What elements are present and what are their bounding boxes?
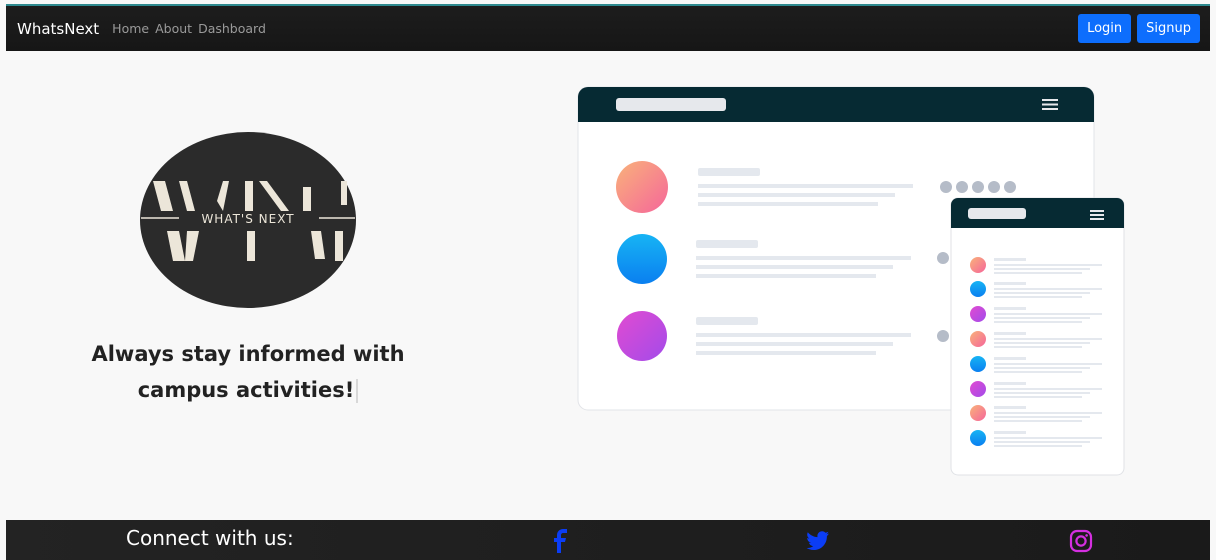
footer: Connect with us: — [6, 520, 1210, 560]
typing-cursor — [356, 379, 359, 403]
brand-logo-text[interactable]: WhatsNext — [17, 20, 99, 38]
facebook-icon[interactable] — [549, 529, 573, 553]
navbar: WhatsNext Home About Dashboard Login Sig… — [6, 4, 1210, 51]
whatsnext-logo: WHAT'S NEXT — [140, 132, 356, 308]
nav-link-home[interactable]: Home — [112, 21, 149, 36]
tagline-line-2: campus activities! — [60, 372, 436, 408]
signup-button[interactable]: Signup — [1137, 14, 1200, 43]
instagram-icon[interactable] — [1069, 529, 1093, 553]
auth-buttons: Login Signup — [1078, 14, 1200, 43]
nav-link-dashboard[interactable]: Dashboard — [198, 21, 266, 36]
login-button[interactable]: Login — [1078, 14, 1132, 43]
hero-tagline: Always stay informed with campus activit… — [60, 336, 436, 408]
nav-link-about[interactable]: About — [155, 21, 192, 36]
tagline-line-1: Always stay informed with — [91, 342, 405, 366]
mobile-window-graphic — [950, 197, 1125, 476]
tagline-line-2-text: campus activities! — [137, 378, 355, 402]
logo-text: WHAT'S NEXT — [201, 212, 294, 226]
twitter-icon[interactable] — [806, 529, 830, 553]
dashboard-illustration — [577, 86, 1125, 476]
connect-text: Connect with us: — [126, 526, 294, 550]
